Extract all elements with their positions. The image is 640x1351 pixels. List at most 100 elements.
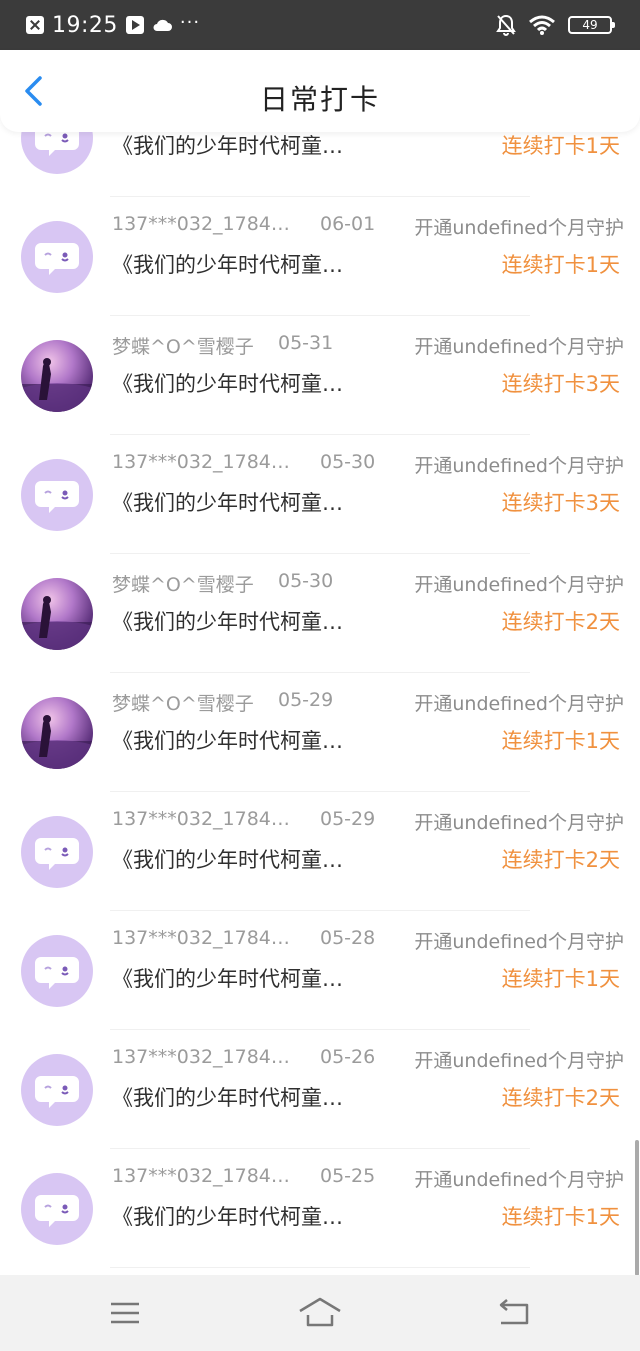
- page-header: 日常打卡: [0, 50, 640, 132]
- user-name[interactable]: 137***032_1784…: [112, 1165, 302, 1187]
- streak-badge: 连续打卡3天: [501, 372, 620, 396]
- entry-content[interactable]: 《我们的少年时代柯童…: [112, 963, 382, 993]
- chat-bubble-icon: [35, 132, 79, 156]
- streak-badge: 连续打卡2天: [501, 610, 620, 634]
- list-item[interactable]: 梦蝶^O^雪樱子 05-31 开通undefined个月守护 《我们的少年时代柯…: [0, 316, 640, 435]
- entry-content[interactable]: 《我们的少年时代柯童…: [112, 1082, 382, 1112]
- user-name[interactable]: 梦蝶^O^雪樱子: [112, 689, 302, 716]
- entry-meta: 137***032_1784… 05-29 开通undefined个月守护: [112, 808, 624, 836]
- user-photo: [21, 358, 93, 412]
- user-name[interactable]: 137***032_1784…: [112, 213, 302, 235]
- entry-date: 05-29: [278, 689, 334, 711]
- list-item[interactable]: 137***032_1784… 05-28 开通undefined个月守护 《我…: [0, 911, 640, 1030]
- bell-off-icon: [496, 14, 516, 36]
- menu-icon[interactable]: [105, 1295, 145, 1331]
- user-name[interactable]: 137***032_1784…: [112, 451, 302, 473]
- battery-level: 49: [582, 18, 598, 32]
- navigation-bar: [0, 1275, 640, 1351]
- avatar[interactable]: [21, 459, 93, 531]
- status-bar: 19:25 ··· 49: [0, 0, 640, 50]
- cloud-icon: [153, 19, 172, 31]
- streak-badge: 连续打卡1天: [501, 134, 620, 158]
- close-box-icon: [26, 16, 44, 34]
- streak-badge: 连续打卡1天: [501, 967, 620, 991]
- guard-plan: 开通undefined个月守护: [414, 455, 624, 477]
- chat-bubble-icon: [35, 243, 79, 275]
- user-name[interactable]: 梦蝶^O^雪樱子: [112, 332, 302, 359]
- streak-badge: 连续打卡2天: [501, 848, 620, 872]
- guard-plan: 开通undefined个月守护: [414, 1169, 624, 1191]
- entry-meta: 137***032_1784… 05-25 开通undefined个月守护: [112, 1165, 624, 1193]
- entry-meta: 137***032_1784… 06-01 开通undefined个月守护: [112, 213, 624, 241]
- chat-bubble-icon: [35, 957, 79, 989]
- entry-content[interactable]: 《我们的少年时代柯童…: [112, 725, 382, 755]
- entry-meta: 137***032_1784… 05-30 开通undefined个月守护: [112, 451, 624, 479]
- user-name[interactable]: 137***032_1784…: [112, 1046, 302, 1068]
- chat-bubble-icon: [35, 481, 79, 513]
- guard-plan: 开通undefined个月守护: [414, 931, 624, 953]
- guard-plan: 开通undefined个月守护: [414, 1050, 624, 1072]
- list-item[interactable]: 梦蝶^O^雪樱子 05-29 开通undefined个月守护 《我们的少年时代柯…: [0, 673, 640, 792]
- avatar[interactable]: [21, 578, 93, 650]
- entry-content[interactable]: 《我们的少年时代柯童…: [112, 1201, 382, 1231]
- entry-meta: 137***032_1784… 05-26 开通undefined个月守护: [112, 1046, 624, 1074]
- avatar[interactable]: [21, 340, 93, 412]
- entry-date: 05-25: [320, 1165, 376, 1187]
- list-item[interactable]: 《我们的少年时代柯童… 连续打卡1天: [0, 132, 640, 197]
- entry-meta: 梦蝶^O^雪樱子 05-29 开通undefined个月守护: [112, 689, 624, 717]
- more-dots-icon: ···: [179, 11, 201, 33]
- avatar[interactable]: [21, 935, 93, 1007]
- user-name[interactable]: 137***032_1784…: [112, 927, 302, 949]
- list-item[interactable]: 137***032_1784… 06-01 开通undefined个月守护 《我…: [0, 197, 640, 316]
- guard-plan: 开通undefined个月守护: [414, 217, 624, 239]
- entry-content[interactable]: 《我们的少年时代柯童…: [112, 368, 382, 398]
- list-item[interactable]: 137***032_1784… 05-25 开通undefined个月守护 《我…: [0, 1149, 640, 1268]
- list-item[interactable]: 137***032_1784… 05-30 开通undefined个月守护 《我…: [0, 435, 640, 554]
- entry-date: 05-30: [278, 570, 334, 592]
- guard-plan: 开通undefined个月守护: [414, 574, 624, 596]
- entry-content[interactable]: 《我们的少年时代柯童…: [112, 487, 382, 517]
- chat-bubble-icon: [35, 1195, 79, 1227]
- list-item[interactable]: 梦蝶^O^雪樱子 05-30 开通undefined个月守护 《我们的少年时代柯…: [0, 554, 640, 673]
- user-name[interactable]: 梦蝶^O^雪樱子: [112, 570, 302, 597]
- guard-plan: 开通undefined个月守护: [414, 812, 624, 834]
- streak-badge: 连续打卡3天: [501, 491, 620, 515]
- play-icon: [125, 16, 144, 34]
- wifi-icon: [529, 15, 555, 35]
- avatar[interactable]: [21, 816, 93, 888]
- status-left: 19:25 ···: [26, 10, 200, 40]
- entry-meta: 梦蝶^O^雪樱子 05-30 开通undefined个月守护: [112, 570, 624, 598]
- streak-badge: 连续打卡1天: [501, 1205, 620, 1229]
- checkin-list[interactable]: 《我们的少年时代柯童… 连续打卡1天 137***032_1784… 06-01…: [0, 132, 640, 1275]
- streak-badge: 连续打卡1天: [501, 729, 620, 753]
- entry-content[interactable]: 《我们的少年时代柯童…: [112, 132, 382, 160]
- list-item[interactable]: 137***032_1784… 05-29 开通undefined个月守护 《我…: [0, 792, 640, 911]
- avatar[interactable]: [21, 1054, 93, 1126]
- user-photo: [21, 596, 93, 650]
- guard-plan: 开通undefined个月守护: [414, 693, 624, 715]
- entry-content[interactable]: 《我们的少年时代柯童…: [112, 249, 382, 279]
- status-time: 19:25: [52, 12, 118, 38]
- home-icon[interactable]: [298, 1295, 342, 1331]
- avatar[interactable]: [21, 132, 93, 174]
- entry-content[interactable]: 《我们的少年时代柯童…: [112, 844, 382, 874]
- entry-content[interactable]: 《我们的少年时代柯童…: [112, 606, 382, 636]
- entry-date: 05-28: [320, 927, 376, 949]
- back-icon[interactable]: [495, 1295, 535, 1331]
- streak-badge: 连续打卡2天: [501, 1086, 620, 1110]
- entry-date: 05-26: [320, 1046, 376, 1068]
- scrollbar[interactable]: [635, 1140, 639, 1276]
- guard-plan: 开通undefined个月守护: [414, 336, 624, 358]
- list-item[interactable]: 137***032_1784… 05-26 开通undefined个月守护 《我…: [0, 1030, 640, 1149]
- entry-date: 06-01: [320, 213, 376, 235]
- page-title: 日常打卡: [259, 83, 380, 116]
- entry-meta: 梦蝶^O^雪樱子 05-31 开通undefined个月守护: [112, 332, 624, 360]
- entry-date: 05-30: [320, 451, 376, 473]
- streak-badge: 连续打卡1天: [501, 253, 620, 277]
- avatar[interactable]: [21, 697, 93, 769]
- chat-bubble-icon: [35, 1076, 79, 1108]
- avatar[interactable]: [21, 1173, 93, 1245]
- avatar[interactable]: [21, 221, 93, 293]
- user-name[interactable]: 137***032_1784…: [112, 808, 302, 830]
- user-photo: [21, 715, 93, 769]
